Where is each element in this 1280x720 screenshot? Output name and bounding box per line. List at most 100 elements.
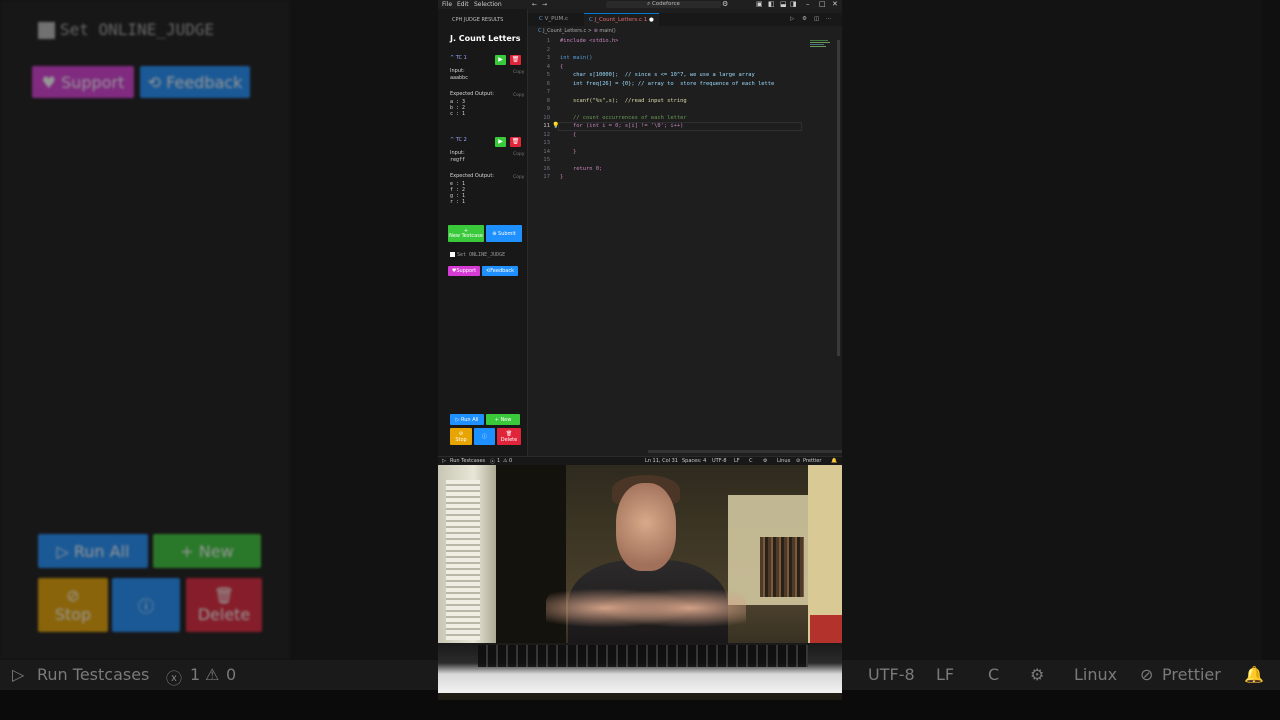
tab-v-pum[interactable]: C V_PUM.c bbox=[534, 13, 573, 26]
code-editor[interactable]: 1 2 3 4 5 6 7 8 9 10 11 12 13 14 15 16 1… bbox=[528, 36, 842, 456]
ghost-trash-icon: 🗑 bbox=[213, 586, 235, 605]
new-button[interactable]: + New bbox=[486, 414, 520, 425]
play-icon: ▶ bbox=[498, 56, 503, 63]
unsaved-dot-icon[interactable]: ● bbox=[649, 17, 654, 23]
delete-all-button[interactable]: 🗑 Delete bbox=[497, 428, 521, 445]
ghost-heart-icon: ♥ bbox=[41, 72, 62, 92]
code-line: for (int i = 0; s[i] != '\0'; i++) bbox=[560, 123, 684, 129]
editor-tabs: C V_PUM.c C J_Count_Letters.c 1 ● ▷ ⚙ ◫ … bbox=[528, 13, 842, 27]
language-mode[interactable]: C bbox=[749, 458, 753, 464]
testcase-2-input-copy[interactable]: Copy bbox=[513, 152, 524, 157]
eol[interactable]: LF bbox=[734, 458, 740, 464]
testcase-2-expected-copy[interactable]: Copy bbox=[513, 175, 524, 180]
menu-selection[interactable]: Selection bbox=[474, 1, 502, 8]
toggle-sidebar-icon[interactable]: ◧ bbox=[768, 0, 775, 8]
line-number: 8 bbox=[546, 97, 550, 104]
line-number: 6 bbox=[546, 80, 550, 87]
notifications-bell-icon[interactable]: 🔔 bbox=[831, 458, 837, 464]
stop-button[interactable]: ⊘ Stop bbox=[450, 428, 472, 445]
ghost-checkbox bbox=[38, 22, 55, 39]
video-keyboard-keys bbox=[478, 645, 808, 667]
code-line: } bbox=[560, 174, 564, 180]
copilot-status-icon[interactable]: ⚙ bbox=[763, 458, 767, 464]
breadcrumb-file[interactable]: J_Count_Letters.c bbox=[543, 28, 586, 34]
tab-j-count-letters[interactable]: C J_Count_Letters.c 1 ● bbox=[584, 13, 659, 27]
run-all-button[interactable]: ▷ Run All bbox=[450, 414, 484, 425]
copilot-icon[interactable]: ⚙ bbox=[722, 0, 728, 8]
toggle-panel-icon[interactable]: ⬓ bbox=[780, 0, 787, 8]
ghost-info-button: ⓘ bbox=[112, 578, 180, 632]
feedback-button[interactable]: ⟲ Feedback bbox=[482, 266, 518, 276]
testcase-2-input[interactable]: regff bbox=[450, 157, 465, 163]
line-number: 13 bbox=[543, 140, 550, 146]
ghost-run-testcases: Run Testcases bbox=[37, 665, 150, 684]
layout-icon[interactable]: ▣ bbox=[756, 0, 763, 8]
minimap[interactable] bbox=[810, 40, 832, 50]
testcase-1-input-copy[interactable]: Copy bbox=[513, 70, 524, 75]
info-button[interactable]: ⓘ bbox=[474, 428, 495, 445]
video-shutter bbox=[446, 480, 480, 640]
testcase-2-run-button[interactable]: ▶ bbox=[495, 137, 506, 147]
nav-forward-icon[interactable]: → bbox=[542, 1, 547, 8]
cursor-position[interactable]: Ln 11, Col 31 bbox=[645, 458, 678, 464]
run-code-icon[interactable]: ▷ bbox=[790, 16, 794, 22]
code-line: #include <stdio.h> bbox=[560, 38, 619, 44]
split-editor-icon[interactable]: ◫ bbox=[814, 16, 819, 22]
line-number-current: 11 bbox=[543, 123, 550, 129]
code-line: scanf("%s",s); //read input string bbox=[560, 97, 687, 104]
video-red-object bbox=[810, 615, 842, 645]
line-number: 15 bbox=[543, 157, 550, 163]
close-window-icon[interactable]: ✕ bbox=[832, 0, 838, 8]
prettier-status[interactable]: Prettier bbox=[803, 458, 821, 464]
nav-back-icon[interactable]: ← bbox=[532, 1, 537, 8]
background-left-blur: Set ONLINE_JUDGE ♥ Support ⟲ Feedback ▷ … bbox=[0, 0, 438, 720]
video-person-head bbox=[616, 483, 676, 571]
line-number: 14 bbox=[543, 148, 550, 155]
maximize-icon[interactable]: □ bbox=[819, 0, 826, 8]
testcase-1-expected-copy[interactable]: Copy bbox=[513, 93, 524, 98]
command-center-search[interactable]: ⌕ Codeforce bbox=[606, 1, 721, 8]
settings-gear-icon[interactable]: ⚙ bbox=[802, 16, 807, 22]
testcase-1-delete-button[interactable]: 🗑 bbox=[510, 55, 521, 65]
encoding[interactable]: UTF-8 bbox=[712, 458, 727, 464]
line-number: 2 bbox=[546, 46, 550, 53]
testcase-1-label[interactable]: ^ TC 1 bbox=[450, 55, 467, 61]
line-number: 4 bbox=[546, 63, 550, 70]
new-testcase-button[interactable]: + New Testcase bbox=[448, 225, 484, 242]
problems-count[interactable]: 1 bbox=[497, 458, 500, 464]
breadcrumb-symbol[interactable]: main() bbox=[599, 28, 615, 34]
os-indicator[interactable]: Linux bbox=[777, 458, 790, 464]
ghost-eol: LF bbox=[936, 665, 955, 684]
more-actions-icon[interactable]: ⋯ bbox=[826, 16, 832, 22]
warnings-count[interactable]: 0 bbox=[509, 458, 512, 464]
code-line: return 0; bbox=[560, 165, 603, 172]
line-number: 10 bbox=[543, 114, 550, 121]
breadcrumb: C J_Count_Letters.c > ⊚ main() bbox=[538, 28, 616, 34]
trash-icon: 🗑 bbox=[511, 56, 520, 63]
online-judge-checkbox[interactable] bbox=[450, 252, 455, 257]
play-icon: ▶ bbox=[498, 138, 503, 145]
support-button[interactable]: ♥ Support bbox=[448, 266, 480, 276]
code-line: int freq[26] = {0}; // array to store fr… bbox=[560, 80, 775, 87]
ghost-warning-count: 0 bbox=[226, 665, 237, 684]
testcase-2-label[interactable]: ^ TC 2 bbox=[450, 137, 467, 143]
testcase-1-input[interactable]: aaabbc bbox=[450, 75, 468, 81]
testcase-2-delete-button[interactable]: 🗑 bbox=[510, 137, 521, 147]
run-testcases-status[interactable]: Run Testcases bbox=[450, 458, 485, 464]
horizontal-scrollbar[interactable] bbox=[648, 450, 842, 453]
testcase-1-run-button[interactable]: ▶ bbox=[495, 55, 506, 65]
line-number: 9 bbox=[546, 106, 550, 112]
vertical-scrollbar[interactable] bbox=[837, 40, 840, 356]
ghost-copilot-icon: ⚙ bbox=[1030, 665, 1045, 684]
ghost-feedback-icon: ⟲ bbox=[147, 72, 167, 92]
indentation[interactable]: Spaces: 4 bbox=[682, 458, 706, 464]
testcase-1-input-label: Input: bbox=[450, 68, 465, 74]
minimize-icon[interactable]: – bbox=[806, 0, 810, 8]
ghost-bell-icon: 🔔 bbox=[1244, 665, 1264, 684]
line-number: 5 bbox=[546, 72, 550, 78]
menu-file[interactable]: File bbox=[442, 1, 452, 8]
menu-edit[interactable]: Edit bbox=[457, 1, 469, 8]
submit-button[interactable]: ⊕ Submit bbox=[486, 225, 522, 242]
error-icon: ⓧ bbox=[490, 459, 496, 465]
toggle-secondary-icon[interactable]: ◨ bbox=[790, 0, 797, 8]
